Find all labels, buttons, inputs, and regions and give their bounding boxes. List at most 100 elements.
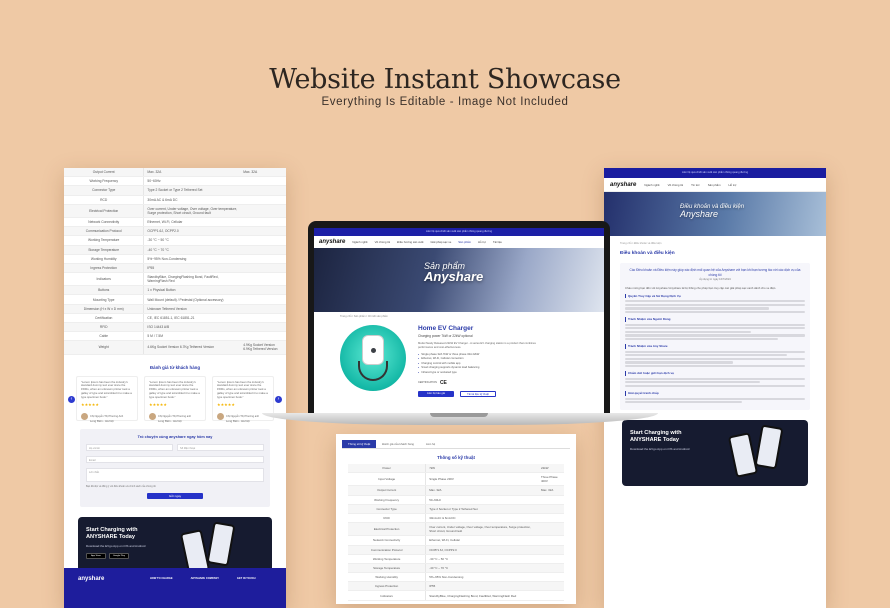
phone-mockup <box>206 520 236 567</box>
spec-row: Working Humidity 5%~95% Non-Condensing <box>348 572 564 583</box>
submit-button[interactable]: Gửi ngay <box>147 492 203 499</box>
spec-row: Storage Temperature -40 °C ~ 70 °C <box>64 245 286 255</box>
spec-cell <box>538 495 564 505</box>
review-text: "Lorem Ipsum has been the industry's sta… <box>81 379 132 399</box>
spec-row: Electrical Protection Over current, Under… <box>64 204 286 218</box>
spec-cell: 1 x Physical Button <box>143 285 241 296</box>
prev-arrow-icon[interactable]: ‹ <box>68 395 75 403</box>
spec-cell: 50~60Hz <box>425 495 539 505</box>
download-spec-button[interactable]: Tải tài liệu kỹ thuật <box>460 390 496 397</box>
nav-item[interactable]: Sản phẩm <box>458 240 471 244</box>
app-promo-subtitle: Download the EVgo App on iOS and Android <box>86 544 146 549</box>
nav-item[interactable]: Tin tức <box>691 183 700 187</box>
breadcrumb[interactable]: Trang chủ / Sản phẩm / Chi tiết sản phẩm <box>314 312 604 321</box>
feature-item: Single phase 32A 7kW or three phase 32A … <box>418 353 578 356</box>
phone-mockup <box>727 431 759 478</box>
spec-row: Output Current Max. 32A Max. 32A <box>348 485 564 496</box>
tab-specs[interactable]: Thông số kỹ thuật <box>342 440 377 448</box>
nav-item[interactable]: Về chúng tôi <box>668 183 684 187</box>
nav-bar: anyshare Ngành nghề Về chúng tôi Tin tức… <box>604 178 826 192</box>
feature-item: Charging control with mobile app <box>418 362 578 365</box>
spec-cell: IP55 <box>425 581 539 592</box>
spec-row: Communication Protocol OCPP1.6J, OCPP2.0 <box>348 545 564 555</box>
spec-cell: Buttons <box>64 285 145 296</box>
site-footer: anyshare HOW TO CHARGE ANYSHARE COMPANY … <box>64 568 286 608</box>
spec-cell: Electrical Protection <box>348 522 427 537</box>
spec-cell <box>240 272 286 287</box>
spec-cell <box>538 535 564 546</box>
reviewer-city: Long Biên - Hà Nội <box>158 418 182 423</box>
nav-bar: anyshare Ngành nghề Về chúng tôi Điều hư… <box>314 236 604 248</box>
spec-cell: Input Voltage <box>348 472 427 487</box>
nav-item[interactable]: Về chúng tôi <box>375 240 391 244</box>
spec-cell: Over current, Under voltage, Over voltag… <box>143 204 241 218</box>
spec-cell: Unknown Tethered Version <box>143 304 241 314</box>
nav-item[interactable]: Hỗ trợ <box>478 240 486 244</box>
spec-cell: Working Humidity <box>64 254 145 264</box>
breadcrumb[interactable]: Trang chủ / Điều khoản và điều kiện <box>620 242 810 246</box>
next-arrow-icon[interactable]: › <box>275 395 282 403</box>
nav-item[interactable]: Điều hướng sản xuất <box>397 240 423 244</box>
tab-reviews[interactable]: Đánh giá của khách hàng <box>376 440 420 448</box>
spec-row: Electrical Protection Over current, Under… <box>348 522 564 537</box>
spec-row: Mounting Type Wall Mount (default) / Pede… <box>64 294 286 305</box>
spec-cell: Output Current <box>348 485 427 496</box>
spec-cell: Communication Protocol <box>64 226 145 237</box>
google-play-button[interactable]: Google Play <box>109 553 129 560</box>
spec-row: RCD 30mA AC & 6mA DC <box>348 513 564 524</box>
site-logo[interactable]: anyshare <box>610 182 636 188</box>
nav-item[interactable]: Tài liệu <box>493 240 502 244</box>
app-promo-title: Start Charging with ANYSHARE Today <box>86 526 138 540</box>
site-logo[interactable]: anyshare <box>319 239 345 245</box>
nav-item[interactable]: Giải pháp sạc xe <box>430 240 451 244</box>
reviewer-name: Chị Nguyễn Thị Phương anh <box>226 414 260 418</box>
phone-field[interactable]: Số điện thoại <box>177 443 264 451</box>
spec-row: Output Current Max. 32A Max. 32A <box>64 168 286 178</box>
review-text: "Lorem Ipsum has been the industry's sta… <box>217 379 268 399</box>
spec-cell: 4.6Kg Socket Version 6.7Kg Tethered Vers… <box>143 340 241 355</box>
spec-cell: 50~60Hz <box>143 176 241 187</box>
laptop-mockup: Liên hệ quá chiết sản xuất sản phẩm thôn… <box>308 221 610 416</box>
right-page-preview: Liên hệ quá chiết sản xuất sản phẩm thôn… <box>604 168 826 608</box>
spec-cell <box>240 245 286 255</box>
spec-row: Power 7kW 22kW <box>348 464 564 474</box>
email-field[interactable]: Email <box>86 455 264 463</box>
app-promo-banner: Start Charging with ANYSHARE Today Downl… <box>622 419 808 486</box>
footer-col-title[interactable]: ANYSHARE COMPANY <box>191 577 219 580</box>
spec-cell: 4.9Kg Socket Version 6.9Kg Tethered Vers… <box>240 340 286 355</box>
spec-cell: OCPP1.6J, OCPP2.0 <box>425 545 539 555</box>
nav-item[interactable]: Ngành nghề <box>644 183 659 187</box>
spec-cell: RCD <box>64 195 145 205</box>
app-store-button[interactable]: App Store <box>86 553 106 560</box>
spec-cell <box>240 195 286 205</box>
spec-cell: Max. 32A <box>240 168 286 178</box>
reviewer-city: Long Biên - Hà Nội <box>90 418 114 423</box>
spec-cell: Working Temperature <box>348 554 427 564</box>
footer-col-title[interactable]: HOW TO CHARGE <box>150 577 173 580</box>
spec-cell: 5%~95% Non-Condensing <box>143 254 241 264</box>
avatar <box>149 412 156 420</box>
spec-cell: Certification <box>64 313 145 324</box>
product-description: Model Newly Released 22kW EV Charger - A… <box>418 342 536 349</box>
contact-quote-button[interactable]: Liên hệ báo giá <box>418 390 454 397</box>
nav-item[interactable]: Ngành nghề <box>352 240 367 244</box>
feature-item: Infrared type or socketed type <box>418 371 578 374</box>
spec-cell <box>240 331 286 342</box>
spec-cell <box>538 513 564 524</box>
spec-row: Indicators StandbyBlue, ChargingFlashing … <box>348 590 564 601</box>
spec-cell: 5%~95% Non-Condensing <box>425 572 539 583</box>
spec-cell: 30mA AC & 6mA DC <box>425 513 539 524</box>
nav-item[interactable]: Hỗ trợ <box>729 183 737 187</box>
star-rating-icon: ★★★★★ <box>217 402 235 408</box>
spec-cell: Working Frequency <box>64 176 145 187</box>
spec-cell <box>538 563 564 574</box>
name-field[interactable]: Họ và tên <box>86 443 173 451</box>
nav-item[interactable]: Sản phẩm <box>708 183 721 187</box>
spec-cell: Ethernet, Wi-Fi, Cellular <box>143 217 241 228</box>
spec-cell: Electrical Protection <box>64 204 145 218</box>
footer-col-title[interactable]: GET IN TOUCH <box>237 577 256 580</box>
spec-cell <box>240 217 286 228</box>
tab-contact[interactable]: Liên hệ <box>420 440 441 448</box>
spec-cell <box>240 294 286 305</box>
message-field[interactable]: Lời nhắn <box>86 467 264 482</box>
